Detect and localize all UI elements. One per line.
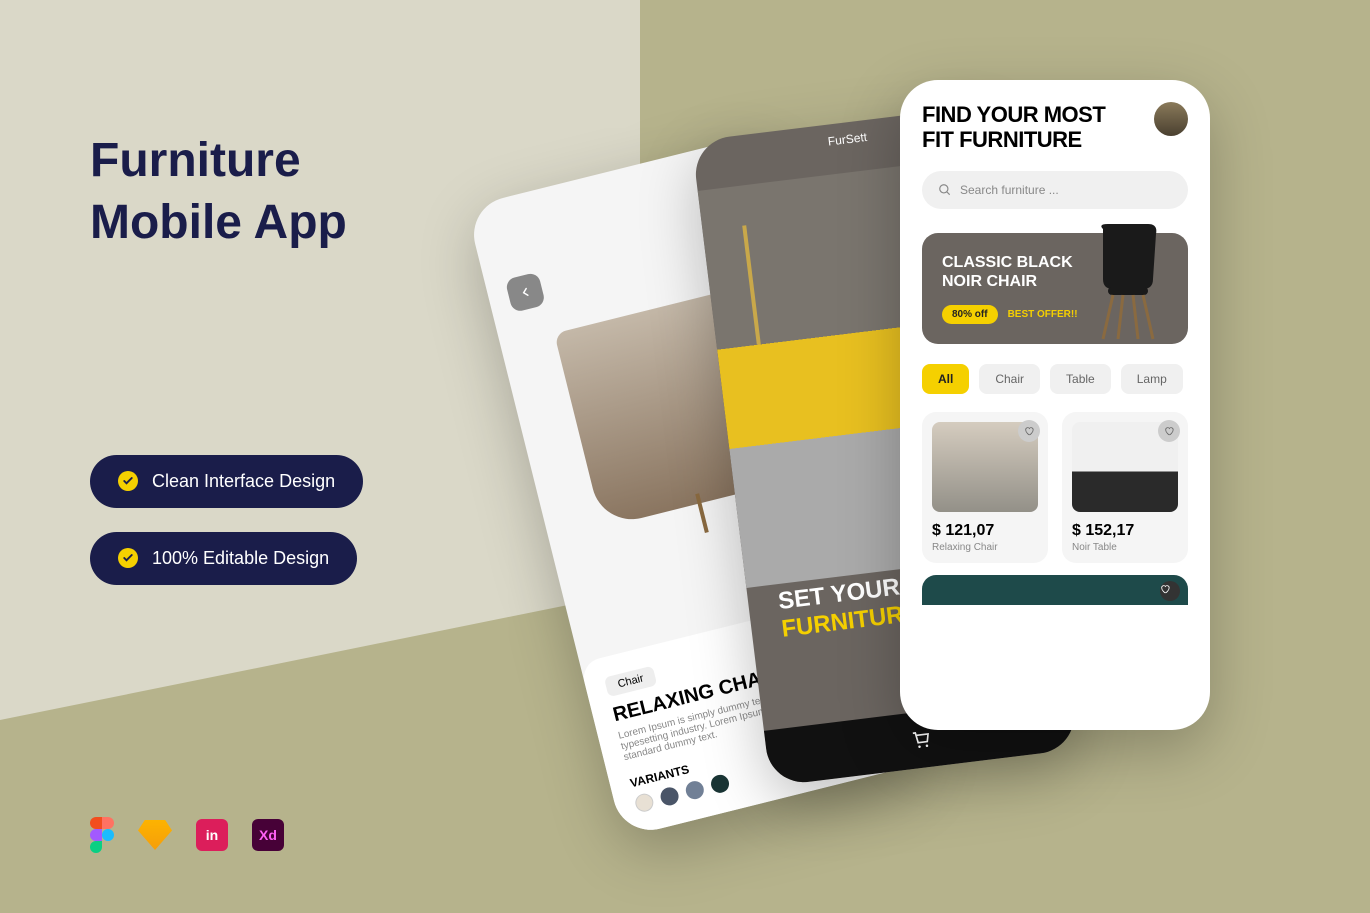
- feature-text-2: 100% Editable Design: [152, 548, 329, 569]
- favorite-icon[interactable]: [1018, 420, 1040, 442]
- back-button[interactable]: [505, 272, 546, 313]
- category-chip: Chair: [604, 666, 658, 698]
- xd-icon: Xd: [252, 819, 284, 851]
- search-placeholder: Search furniture ...: [960, 183, 1059, 197]
- phone-home-screen: FIND YOUR MOST FIT FURNITURE Search furn…: [900, 80, 1210, 730]
- invision-icon: in: [196, 819, 228, 851]
- check-icon: [118, 471, 138, 491]
- product-card[interactable]: $ 121,07 Relaxing Chair: [922, 412, 1048, 563]
- offer-text: BEST OFFER!!: [1008, 309, 1078, 320]
- promo-product-image: [1078, 219, 1178, 349]
- feature-text-1: Clean Interface Design: [152, 471, 335, 492]
- color-option[interactable]: [684, 779, 706, 801]
- avatar[interactable]: [1154, 102, 1188, 136]
- favorite-icon[interactable]: [1158, 420, 1180, 442]
- category-chair[interactable]: Chair: [979, 364, 1040, 394]
- discount-badge: 80% off: [942, 305, 998, 324]
- phone-mockups: Chair RELAXING CHAIR Lorem Ipsum is simp…: [570, 60, 1250, 860]
- product-card[interactable]: $ 152,17 Noir Table: [1062, 412, 1188, 563]
- title-line1: Furniture: [90, 134, 301, 187]
- search-icon: [938, 183, 952, 197]
- home-headline: FIND YOUR MOST FIT FURNITURE: [922, 102, 1105, 153]
- color-option[interactable]: [659, 785, 681, 807]
- color-option[interactable]: [633, 792, 655, 814]
- cart-icon: [910, 729, 932, 751]
- feature-pill-1: Clean Interface Design: [90, 455, 363, 508]
- check-icon: [118, 548, 138, 568]
- color-option[interactable]: [709, 773, 731, 795]
- product-name: Relaxing Chair: [932, 542, 1038, 553]
- category-tabs: All Chair Table Lamp: [922, 364, 1188, 394]
- promo-card[interactable]: CLASSIC BLACK NOIR CHAIR 80% off BEST OF…: [922, 233, 1188, 344]
- category-all[interactable]: All: [922, 364, 969, 394]
- category-lamp[interactable]: Lamp: [1121, 364, 1183, 394]
- promo-title: Furniture Mobile App: [90, 130, 510, 255]
- sketch-icon: [138, 820, 172, 850]
- headline-line1: FIND YOUR MOST: [922, 102, 1105, 127]
- product-card-peek[interactable]: [922, 575, 1188, 605]
- figma-icon: [90, 817, 114, 853]
- title-line2: Mobile App: [90, 196, 347, 249]
- search-input[interactable]: Search furniture ...: [922, 171, 1188, 209]
- design-tools-row: in Xd: [90, 817, 284, 853]
- product-price: $ 121,07: [932, 522, 1038, 540]
- category-table[interactable]: Table: [1050, 364, 1111, 394]
- favorite-icon[interactable]: [1160, 581, 1180, 601]
- lamp-graphic: [742, 225, 761, 345]
- feature-pill-2: 100% Editable Design: [90, 532, 357, 585]
- product-price: $ 152,17: [1072, 522, 1178, 540]
- product-name: Noir Table: [1072, 542, 1178, 553]
- headline-line2: FIT FURNITURE: [922, 127, 1082, 152]
